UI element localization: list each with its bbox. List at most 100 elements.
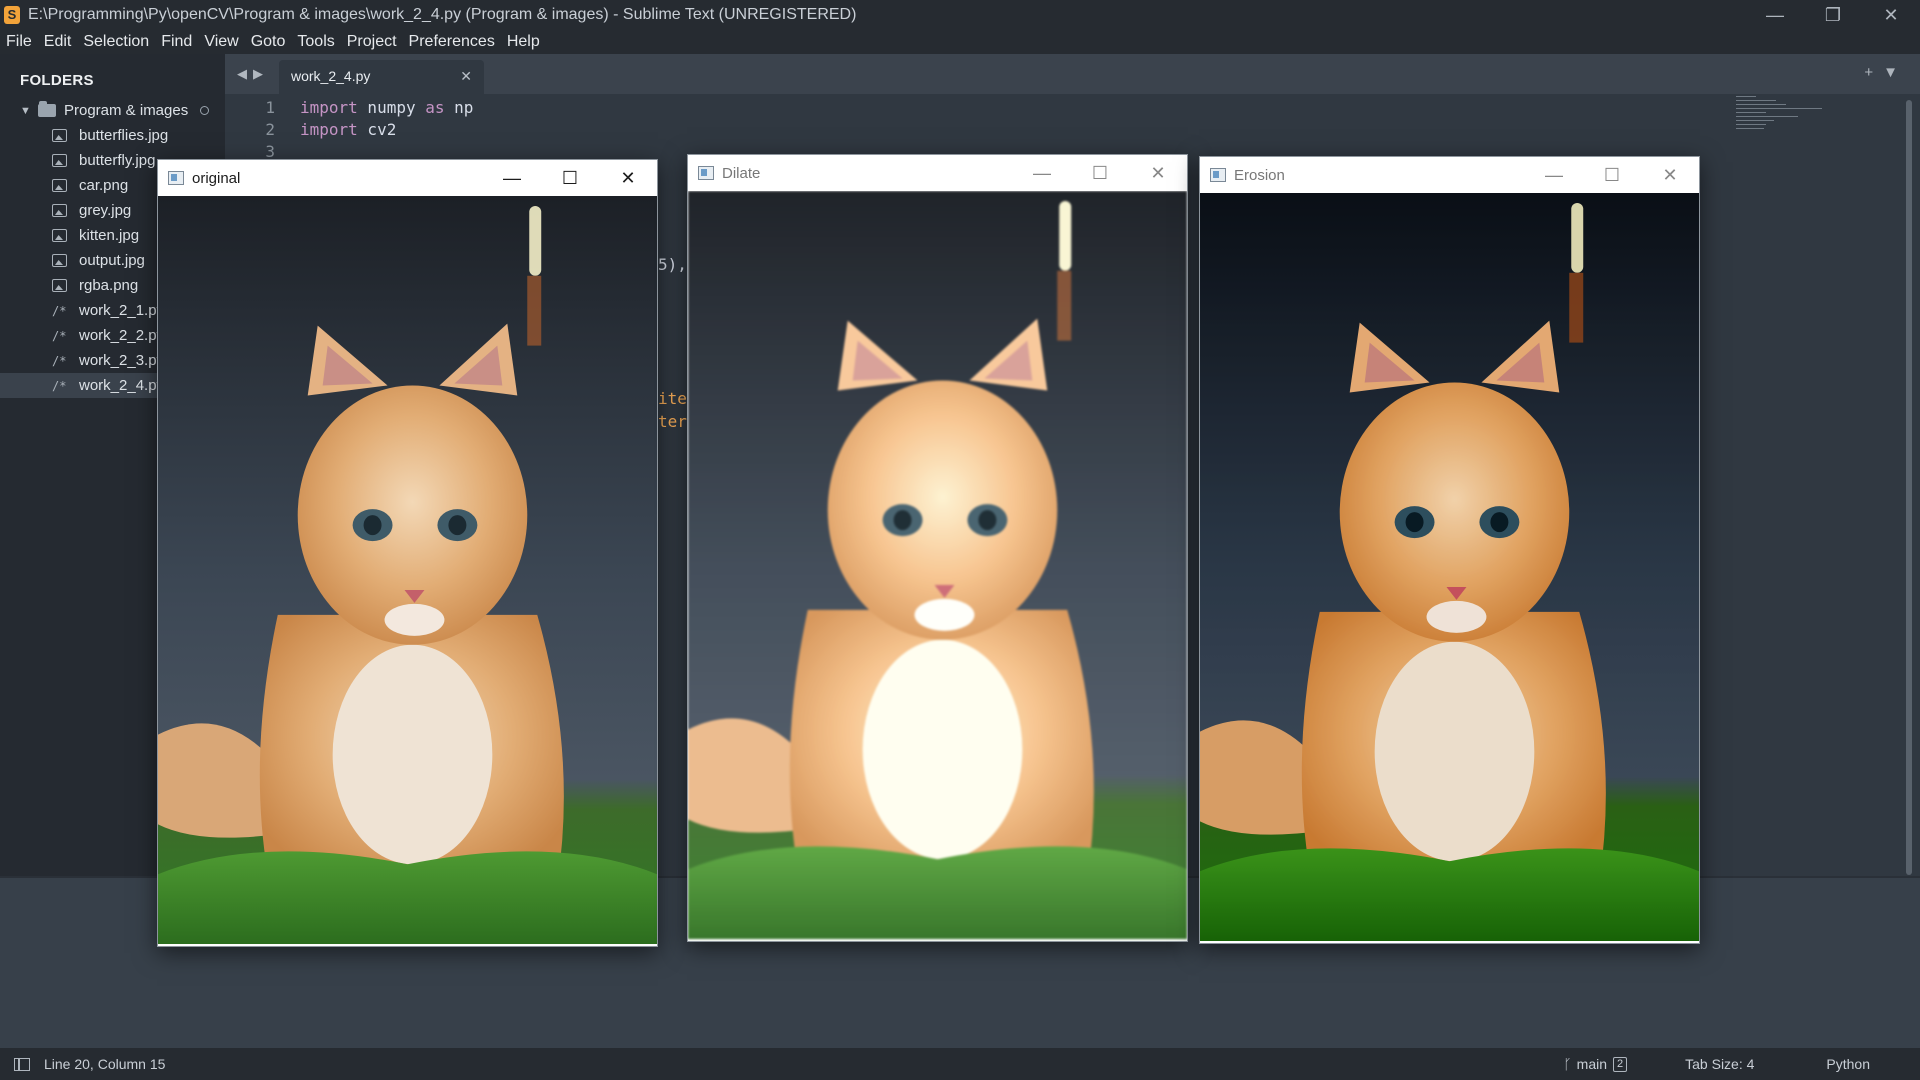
menu-find[interactable]: Find [161, 33, 192, 51]
folder-row-program-images[interactable]: ▼ Program & images [0, 98, 225, 123]
tab-tools[interactable]: +▼ [1864, 64, 1908, 81]
close-icon[interactable]: ✕ [1129, 155, 1187, 191]
kitten-image [158, 196, 657, 945]
close-icon[interactable]: ✕ [1641, 157, 1699, 193]
menu-edit[interactable]: Edit [44, 33, 72, 51]
close-tab-icon[interactable]: ✕ [460, 68, 472, 85]
branch-label: main [1576, 1056, 1608, 1072]
menu-bar: File Edit Selection Find View Goto Tools… [0, 30, 1920, 54]
kitten-image-eroded [1200, 193, 1699, 942]
line-number: 2 [265, 120, 275, 139]
menu-file[interactable]: File [6, 33, 32, 51]
panel-toggle-icon[interactable] [14, 1057, 30, 1071]
file-label: butterflies.jpg [79, 127, 169, 144]
vertical-scrollbar[interactable] [1906, 100, 1912, 875]
code-fragment: ite [658, 389, 687, 408]
keyword: import [300, 120, 358, 139]
window-controls: — ❐ ✕ [1746, 0, 1920, 30]
menu-help[interactable]: Help [507, 33, 540, 51]
opencv-window-icon [1210, 168, 1226, 182]
file-label: kitten.jpg [79, 227, 140, 244]
menu-goto[interactable]: Goto [251, 33, 286, 51]
close-button[interactable]: ✕ [1862, 0, 1920, 30]
file-label: work_2_3.py [79, 352, 165, 369]
syntax-selector[interactable]: Python [1826, 1056, 1870, 1072]
maximize-icon[interactable]: ☐ [1583, 157, 1641, 193]
keyword: as [425, 98, 445, 117]
line-number: 1 [265, 98, 275, 117]
image-canvas-original [158, 196, 657, 946]
file-label: car.png [79, 177, 129, 194]
image-file-icon [52, 279, 67, 292]
code-fragment: 5), [658, 255, 687, 274]
git-branch[interactable]: ᚴ main 2 [1563, 1056, 1628, 1072]
image-window-title: Erosion [1234, 166, 1285, 184]
file-label: output.jpg [79, 252, 145, 269]
file-label: work_2_1.py [79, 302, 165, 319]
image-window-title: original [192, 169, 241, 187]
code-file-icon: /* [52, 328, 67, 343]
keyword: import [300, 98, 358, 117]
cursor-position[interactable]: Line 20, Column 15 [44, 1056, 165, 1072]
code-text: cv2 [357, 120, 397, 139]
menu-project[interactable]: Project [347, 33, 397, 51]
image-window-erosion[interactable]: Erosion — ☐ ✕ [1199, 156, 1700, 944]
window-title: E:\Programming\Py\openCV\Program & image… [28, 6, 857, 23]
image-file-icon [52, 154, 67, 167]
menu-tools[interactable]: Tools [297, 33, 334, 51]
git-branch-icon: ᚴ [1563, 1056, 1572, 1072]
file-label: butterfly.jpg [79, 152, 156, 169]
image-window-titlebar[interactable]: Erosion — ☐ ✕ [1200, 157, 1699, 193]
title-bar: S E:\Programming\Py\openCV\Program & ima… [0, 0, 1920, 30]
folder-status-icon [200, 106, 210, 115]
image-window-dilate[interactable]: Dilate — ☐ ✕ [687, 154, 1188, 942]
image-file-icon [52, 229, 67, 242]
close-icon[interactable]: ✕ [599, 160, 657, 196]
tab-size[interactable]: Tab Size: 4 [1685, 1056, 1754, 1072]
maximize-icon[interactable]: ☐ [1071, 155, 1129, 191]
file-row[interactable]: butterflies.jpg [0, 123, 225, 148]
image-window-original[interactable]: original — ☐ ✕ [157, 159, 658, 947]
branch-badge: 2 [1613, 1056, 1628, 1072]
code-text: numpy [357, 98, 426, 117]
sublime-text-icon: S [4, 6, 20, 24]
code-file-icon: /* [52, 303, 67, 318]
file-label: rgba.png [79, 277, 139, 294]
image-window-controls: — ☐ ✕ [1013, 155, 1187, 191]
image-window-titlebar[interactable]: original — ☐ ✕ [158, 160, 657, 196]
maximize-icon[interactable]: ☐ [541, 160, 599, 196]
code-line: import cv2 [300, 120, 396, 139]
minimize-icon[interactable]: — [1525, 157, 1583, 193]
folder-label: Program & images [64, 102, 189, 119]
tab-work-2-4[interactable]: work_2_4.py ✕ [279, 60, 484, 94]
image-window-controls: — ☐ ✕ [483, 160, 657, 196]
tab-bar: ◀▶ work_2_4.py ✕ +▼ [225, 54, 1920, 94]
image-canvas-dilate [688, 191, 1187, 941]
image-window-controls: — ☐ ✕ [1525, 157, 1699, 193]
status-bar: Line 20, Column 15 ᚴ main 2 Tab Size: 4 … [0, 1048, 1920, 1080]
minimize-icon[interactable]: — [483, 160, 541, 196]
minimize-button[interactable]: — [1746, 0, 1804, 30]
status-right: ᚴ main 2 Tab Size: 4 Python [1563, 1048, 1920, 1080]
menu-preferences[interactable]: Preferences [409, 33, 495, 51]
restore-button[interactable]: ❐ [1804, 0, 1862, 30]
expand-arrow-icon[interactable]: ▼ [20, 105, 34, 117]
image-window-title: Dilate [722, 164, 761, 182]
minimize-icon[interactable]: — [1013, 155, 1071, 191]
code-text: np [444, 98, 474, 117]
folder-icon [38, 101, 56, 117]
image-file-icon [52, 254, 67, 267]
kitten-image-dilated [688, 191, 1187, 940]
file-label: work_2_4.py [79, 377, 165, 394]
code-file-icon: /* [52, 353, 67, 368]
minimap[interactable] [1736, 96, 1826, 156]
opencv-window-icon [168, 171, 184, 185]
tab-label: work_2_4.py [291, 68, 371, 84]
code-file-icon: /* [52, 378, 67, 393]
tab-history-nav[interactable]: ◀▶ [237, 66, 269, 82]
menu-selection[interactable]: Selection [83, 33, 149, 51]
image-window-titlebar[interactable]: Dilate — ☐ ✕ [688, 155, 1187, 191]
opencv-window-icon [698, 166, 714, 180]
menu-view[interactable]: View [204, 33, 238, 51]
file-label: work_2_2.py [79, 327, 165, 344]
